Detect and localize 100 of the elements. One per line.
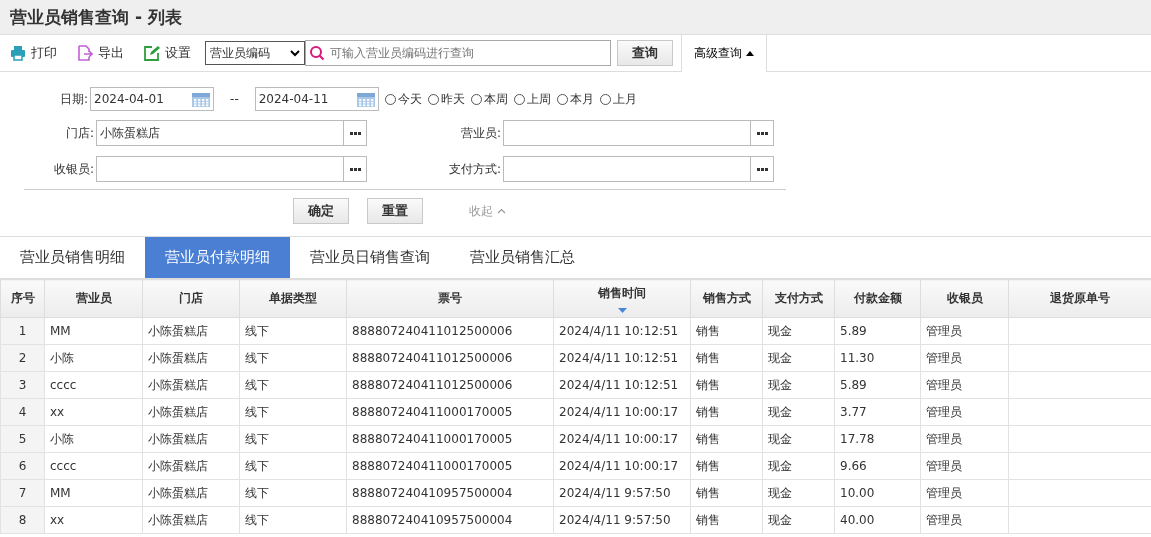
table-cell: 现金: [768, 350, 792, 365]
table-cell: 9.66: [840, 459, 867, 473]
table-cell: 线下: [245, 512, 269, 527]
table-cell: 5.89: [840, 378, 867, 392]
table-cell: 管理员: [926, 431, 962, 446]
tab[interactable]: 营业员付款明细: [145, 237, 290, 278]
table-cell: 4: [18, 405, 27, 419]
search-field[interactable]: 可输入营业员编码进行查询: [305, 40, 611, 66]
table-cell: 线下: [245, 377, 269, 392]
table-cell: 888807240410957500004: [352, 486, 513, 500]
search-button[interactable]: 查询: [617, 40, 673, 66]
date-range-radio[interactable]: 本月: [556, 90, 594, 108]
column-header[interactable]: 支付方式: [762, 279, 835, 318]
column-header[interactable]: 门店: [142, 279, 240, 318]
table-cell: 小陈蛋糕店: [148, 485, 208, 500]
table-cell: 现金: [768, 323, 792, 338]
export-button[interactable]: 导出: [77, 44, 124, 62]
table-cell: 销售: [696, 458, 720, 473]
table-cell: 管理员: [926, 323, 962, 338]
column-header[interactable]: 序号: [0, 279, 45, 318]
column-header[interactable]: 销售时间: [553, 279, 691, 318]
table-cell: 线下: [245, 350, 269, 365]
table-cell: 6: [18, 459, 27, 473]
table-cell: 销售: [696, 323, 720, 338]
table-cell: 管理员: [926, 512, 962, 527]
column-header[interactable]: 销售方式: [690, 279, 763, 318]
table-cell: 线下: [245, 404, 269, 419]
table-cell: 线下: [245, 431, 269, 446]
date-range-radio[interactable]: 上月: [599, 90, 637, 108]
table-cell: 小陈蛋糕店: [148, 458, 208, 473]
table-cell: 888807240411000170005: [352, 459, 513, 473]
column-header[interactable]: 退货原单号: [1008, 279, 1151, 318]
printer-icon: [10, 45, 26, 61]
table-cell: 现金: [768, 377, 792, 392]
date-range-radio[interactable]: 本周: [470, 90, 508, 108]
table-cell: 现金: [768, 431, 792, 446]
date-range-radio[interactable]: 上周: [513, 90, 551, 108]
reset-button[interactable]: 重置: [367, 198, 423, 224]
table-cell: 2: [18, 351, 27, 365]
table-cell: cccc: [50, 459, 77, 473]
search-field-select[interactable]: 营业员编码: [205, 41, 305, 65]
table-cell: 40.00: [840, 513, 875, 527]
table-cell: 线下: [245, 323, 269, 338]
picker-field[interactable]: [503, 156, 774, 182]
table-cell: 888807240410957500004: [352, 513, 513, 527]
table-cell: 2024/4/11 10:12:51: [559, 378, 679, 392]
print-button[interactable]: 打印: [10, 44, 57, 62]
table-cell: 888807240411012500006: [352, 351, 513, 365]
date-field[interactable]: 2024-04-11: [254, 87, 379, 111]
table-cell: 销售: [696, 350, 720, 365]
table-cell: 小陈蛋糕店: [148, 350, 208, 365]
export-icon: [77, 45, 93, 61]
table-cell: xx: [50, 513, 65, 527]
field-label: 营业员:: [459, 124, 502, 142]
column-header[interactable]: 票号: [346, 279, 554, 318]
column-header[interactable]: 收银员: [920, 279, 1009, 318]
table-cell: 管理员: [926, 458, 962, 473]
table-cell: 小陈蛋糕店: [148, 431, 208, 446]
table-cell: 2024/4/11 10:00:17: [559, 459, 679, 473]
column-header[interactable]: 单据类型: [239, 279, 347, 318]
table-cell: 销售: [696, 512, 720, 527]
picker-field[interactable]: [503, 120, 774, 146]
table-cell: 小陈蛋糕店: [148, 323, 208, 338]
table-cell: 小陈: [50, 350, 74, 365]
table-cell: 2024/4/11 10:12:51: [559, 351, 679, 365]
table-cell: 3: [18, 378, 27, 392]
field-label: 支付方式:: [447, 160, 502, 178]
page-title: 营业员销售查询 - 列表: [10, 5, 182, 29]
table-cell: 小陈蛋糕店: [148, 404, 208, 419]
field-label: 收银员:: [52, 160, 95, 178]
column-header[interactable]: 付款金额: [834, 279, 921, 318]
picker-field[interactable]: [96, 156, 367, 182]
table-cell: 2024/4/11 9:57:50: [559, 486, 671, 500]
edit-icon: [144, 45, 160, 61]
table-cell: 现金: [768, 485, 792, 500]
caret-icon: [746, 51, 754, 56]
table-cell: 销售: [696, 485, 720, 500]
date-range-separator: --: [230, 92, 239, 106]
date-field[interactable]: 2024-04-01: [90, 87, 215, 111]
settings-button[interactable]: 设置: [144, 44, 191, 62]
column-header[interactable]: 营业员: [44, 279, 143, 318]
table-cell: 管理员: [926, 485, 962, 500]
table-cell: 888807240411000170005: [352, 405, 513, 419]
table-cell: 销售: [696, 404, 720, 419]
table-cell: cccc: [50, 378, 77, 392]
picker-field[interactable]: 小陈蛋糕店: [96, 120, 367, 146]
table-cell: 888807240411012500006: [352, 324, 513, 338]
calendar-icon: [355, 90, 376, 108]
advanced-search-tab[interactable]: 高级查询: [681, 34, 767, 72]
table-cell: 5: [18, 432, 27, 446]
table-cell: 管理员: [926, 350, 962, 365]
table-cell: 1: [18, 324, 27, 338]
table-cell: 现金: [768, 404, 792, 419]
table-cell: 7: [18, 486, 27, 500]
date-range-radio[interactable]: 昨天: [427, 90, 465, 108]
date-range-radio[interactable]: 今天: [384, 90, 422, 108]
confirm-button[interactable]: 确定: [293, 198, 349, 224]
field-label: 日期:: [60, 90, 89, 108]
table-cell: 11.30: [840, 351, 875, 365]
table-cell: 销售: [696, 377, 720, 392]
